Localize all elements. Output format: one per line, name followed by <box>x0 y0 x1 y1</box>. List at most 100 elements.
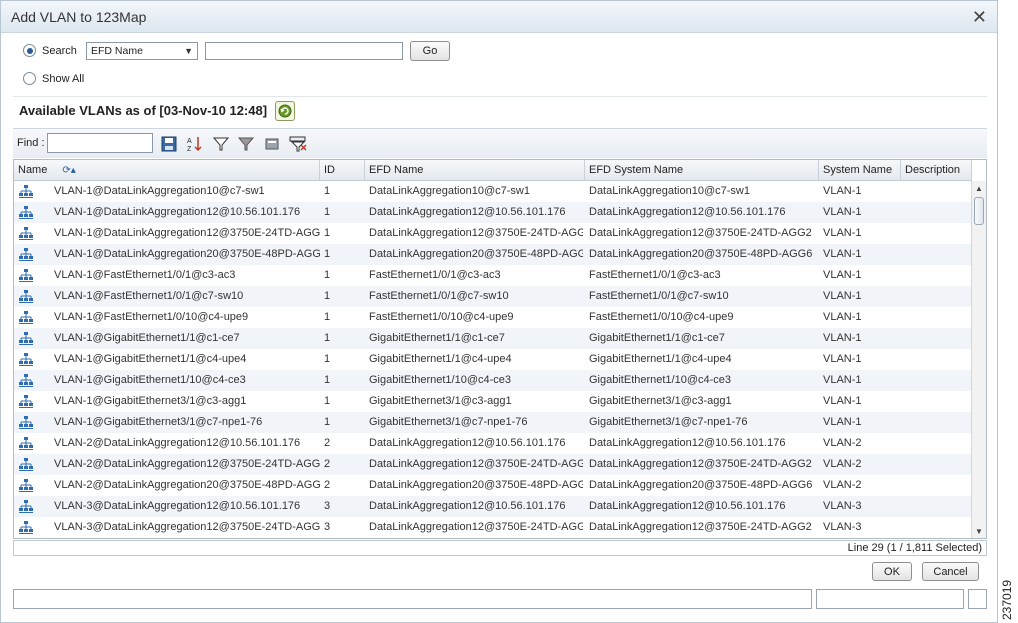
cell-efd-name: DataLinkAggregation12@10.56.101.176 <box>369 206 566 218</box>
vlan-network-icon <box>19 311 33 324</box>
column-header-efd-system-name[interactable]: EFD System Name <box>585 160 819 181</box>
export-icon[interactable] <box>263 135 281 153</box>
advanced-filter-icon[interactable] <box>237 135 255 153</box>
cell-description <box>905 517 971 538</box>
show-all-radio-dot[interactable] <box>23 72 36 85</box>
cell-description <box>905 454 971 475</box>
chevron-down-icon: ▼ <box>184 46 193 56</box>
available-vlans-header: Available VLANs as of [03-Nov-10 12:48] <box>13 96 987 124</box>
cell-id: 3 <box>324 521 331 533</box>
scroll-up-icon[interactable]: ▲ <box>972 181 986 195</box>
cell-name: VLAN-1@FastEthernet1/0/10@c4-upe9 <box>54 311 249 323</box>
cell-efd-system-name: GigabitEthernet3/1@c3-agg1 <box>589 395 732 407</box>
search-field-select[interactable]: EFD Name ▼ <box>86 42 198 60</box>
column-header-name-label: Name <box>18 164 48 176</box>
cell-id: 2 <box>324 479 331 491</box>
table-row[interactable]: VLAN-1@DataLinkAggregation12@10.56.101.1… <box>14 202 972 223</box>
column-header-efd-name[interactable]: EFD Name <box>365 160 585 181</box>
cell-description <box>905 370 971 391</box>
available-vlans-label: Available VLANs as of [03-Nov-10 12:48] <box>19 103 268 118</box>
scroll-down-icon[interactable]: ▼ <box>972 524 986 538</box>
cell-name: VLAN-2@DataLinkAggregation20@3750E-48PD-… <box>54 479 320 491</box>
table-row[interactable]: VLAN-1@GigabitEthernet3/1@c7-npe1-76 1 Gig… <box>14 412 972 433</box>
cell-system-name: VLAN-1 <box>823 332 862 344</box>
cell-id: 1 <box>324 290 331 302</box>
cell-name: VLAN-2@DataLinkAggregation12@3750E-24TD-… <box>54 458 320 470</box>
table-row[interactable]: VLAN-2@DataLinkAggregation20@3750E-48PD-… <box>14 475 972 496</box>
find-label: Find : <box>17 137 45 149</box>
vlan-network-icon <box>19 290 33 303</box>
cell-system-name: VLAN-1 <box>823 290 862 302</box>
cell-id: 2 <box>324 437 331 449</box>
vlan-network-icon <box>19 521 33 534</box>
table-row[interactable]: VLAN-1@GigabitEthernet1/10@c4-ce3 1 Gigabi… <box>14 370 972 391</box>
table-row[interactable]: VLAN-1@FastEthernet1/0/10@c4-upe9 1 FastEt… <box>14 307 972 328</box>
find-input[interactable] <box>47 133 153 153</box>
cell-name: VLAN-1@GigabitEthernet1/1@c1-ce7 <box>54 332 240 344</box>
ok-button[interactable]: OK <box>872 562 912 581</box>
show-all-radio-label: Show All <box>42 72 85 85</box>
cell-id: 1 <box>324 206 331 218</box>
vlan-network-icon <box>19 437 33 450</box>
cell-efd-system-name: GigabitEthernet1/1@c4-upe4 <box>589 353 732 365</box>
scroll-thumb[interactable] <box>974 197 984 225</box>
cell-efd-system-name: FastEthernet1/0/1@c3-ac3 <box>589 269 721 281</box>
search-radio[interactable]: Search <box>23 44 77 57</box>
cell-description <box>905 244 971 265</box>
refresh-icon[interactable] <box>275 101 295 121</box>
cell-id: 1 <box>324 353 331 365</box>
table-row[interactable]: VLAN-1@FastEthernet1/0/1@c7-sw10 1 FastEth… <box>14 286 972 307</box>
cell-system-name: VLAN-1 <box>823 374 862 386</box>
status-bar-right <box>968 589 987 609</box>
cell-efd-system-name: GigabitEthernet3/1@c7-npe1-76 <box>589 416 748 428</box>
column-header-name[interactable]: Name ⟳▴ <box>14 160 320 181</box>
table-row[interactable]: VLAN-1@FastEthernet1/0/1@c3-ac3 1 FastEthe… <box>14 265 972 286</box>
cell-efd-name: GigabitEthernet1/10@c4-ce3 <box>369 374 512 386</box>
table-row[interactable]: VLAN-1@DataLinkAggregation12@3750E-24TD-… <box>14 223 972 244</box>
table-row[interactable]: VLAN-2@DataLinkAggregation12@10.56.101.1… <box>14 433 972 454</box>
cell-description <box>905 391 971 412</box>
vlan-network-icon <box>19 248 33 261</box>
clear-filter-icon[interactable] <box>289 135 307 153</box>
cell-system-name: VLAN-1 <box>823 311 862 323</box>
vlan-network-icon <box>19 206 33 219</box>
cell-name: VLAN-1@DataLinkAggregation10@c7-sw1 <box>54 185 265 197</box>
table-row[interactable]: VLAN-1@DataLinkAggregation20@3750E-48PD-… <box>14 244 972 265</box>
filter-icon[interactable] <box>212 135 230 153</box>
table-row[interactable]: VLAN-1@DataLinkAggregation10@c7-sw1 1 Data… <box>14 181 972 202</box>
table-row[interactable]: VLAN-2@DataLinkAggregation12@3750E-24TD-… <box>14 454 972 475</box>
cell-efd-name: GigabitEthernet1/1@c1-ce7 <box>369 332 505 344</box>
cell-system-name: VLAN-2 <box>823 458 862 470</box>
go-button[interactable]: Go <box>410 41 450 61</box>
close-icon[interactable]: ✕ <box>972 7 987 28</box>
search-input[interactable] <box>205 42 403 60</box>
vlan-network-icon <box>19 269 33 282</box>
column-header-id[interactable]: ID <box>320 160 365 181</box>
cell-name: VLAN-1@GigabitEthernet1/10@c4-ce3 <box>54 374 246 386</box>
vlan-network-icon <box>19 353 33 366</box>
svg-text:A: A <box>187 138 192 145</box>
table-row[interactable]: VLAN-1@GigabitEthernet1/1@c1-ce7 1 Gigabit… <box>14 328 972 349</box>
cell-efd-system-name: DataLinkAggregation12@10.56.101.176 <box>589 206 786 218</box>
cell-efd-system-name: DataLinkAggregation12@3750E-24TD-AGG2 <box>589 227 812 239</box>
cancel-button[interactable]: Cancel <box>922 562 979 581</box>
table-row[interactable]: VLAN-1@GigabitEthernet3/1@c3-agg1 1 Gigabi… <box>14 391 972 412</box>
cell-system-name: VLAN-1 <box>823 206 862 218</box>
table-row[interactable]: VLAN-3@DataLinkAggregation12@3750E-24TD-… <box>14 517 972 538</box>
search-radio-dot[interactable] <box>23 44 36 57</box>
cell-efd-system-name: DataLinkAggregation10@c7-sw1 <box>589 185 750 197</box>
sort-az-icon[interactable]: AZ <box>186 135 204 153</box>
search-field-value: EFD Name <box>91 45 143 57</box>
status-bar-middle <box>816 589 964 609</box>
column-header-description[interactable]: Description <box>901 160 972 181</box>
vertical-scrollbar[interactable]: ▲ ▼ <box>971 181 986 538</box>
save-icon[interactable] <box>160 135 178 153</box>
show-all-radio[interactable]: Show All <box>23 72 84 85</box>
column-header-system-name[interactable]: System Name <box>819 160 901 181</box>
cell-efd-name: DataLinkAggregation10@c7-sw1 <box>369 185 530 197</box>
sort-ascending-icon[interactable]: ⟳▴ <box>62 165 75 176</box>
table-row[interactable]: VLAN-1@GigabitEthernet1/1@c4-upe4 1 Gigabi… <box>14 349 972 370</box>
search-panel: Search EFD Name ▼ Go Show All <box>13 37 987 93</box>
cell-efd-system-name: DataLinkAggregation12@3750E-24TD-AGG2 <box>589 458 812 470</box>
table-row[interactable]: VLAN-3@DataLinkAggregation12@10.56.101.1… <box>14 496 972 517</box>
